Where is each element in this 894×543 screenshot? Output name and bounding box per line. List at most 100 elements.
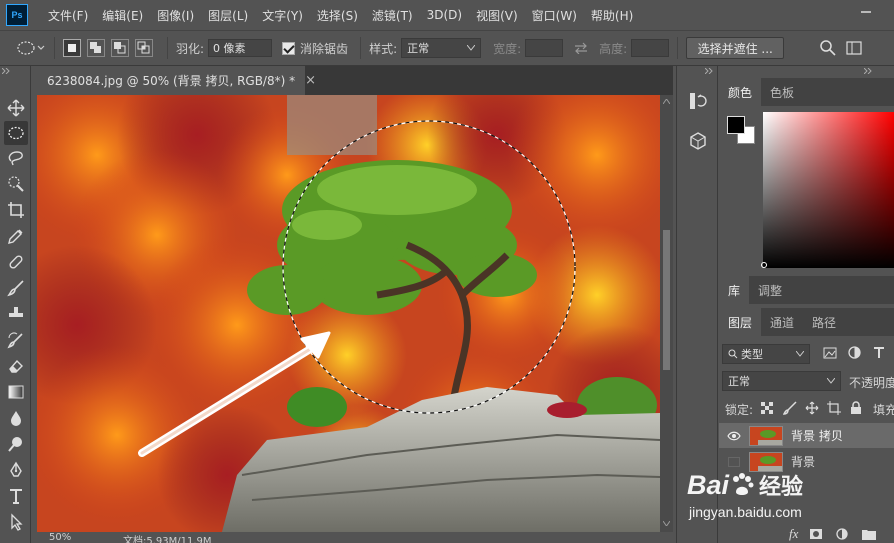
width-input[interactable] (525, 39, 564, 57)
style-dropdown[interactable]: 正常 (401, 38, 482, 58)
menu-help[interactable]: 帮助(H) (591, 7, 633, 24)
eyedropper-icon (8, 229, 23, 244)
dodge-tool[interactable] (4, 432, 28, 456)
close-tab-icon[interactable]: × (305, 73, 316, 88)
eyedropper-tool[interactable] (4, 224, 28, 248)
foreground-color-swatch[interactable] (727, 116, 745, 134)
scroll-up-icon[interactable] (663, 99, 670, 104)
crop-icon (8, 202, 24, 218)
baidu-watermark: Bai 经验 (687, 466, 867, 504)
menu-type[interactable]: 文字(Y) (262, 7, 303, 24)
subtract-selection-icon (114, 42, 126, 54)
add-selection-button[interactable] (87, 39, 105, 57)
color-picker-field[interactable] (763, 112, 894, 268)
menu-select[interactable]: 选择(S) (317, 7, 358, 24)
elliptical-marquee-icon (8, 126, 24, 140)
photoshop-logo: Ps (6, 4, 28, 26)
tab-color[interactable]: 颜色 (719, 78, 762, 106)
subtract-selection-button[interactable] (111, 39, 129, 57)
gradient-tool[interactable] (4, 380, 28, 404)
antialias-checkbox[interactable] (282, 41, 296, 55)
document-tab[interactable]: 6238084.jpg @ 50% (背景 拷贝, RGB/8*) * × (33, 66, 316, 95)
workspace-icon[interactable] (846, 40, 862, 56)
menu-filter[interactable]: 滤镜(T) (372, 7, 413, 24)
history-brush-tool[interactable] (4, 328, 28, 352)
quick-selection-icon (8, 176, 24, 192)
lasso-tool[interactable] (4, 146, 28, 170)
scrollbar-thumb[interactable] (663, 230, 670, 370)
blend-mode-dropdown[interactable]: 正常 (722, 371, 841, 391)
collapse-arrows-icon[interactable] (705, 68, 715, 74)
search-icon[interactable] (820, 40, 836, 56)
layer-style-icon[interactable]: fx (789, 526, 798, 542)
blur-tool[interactable] (4, 406, 28, 430)
pen-tool[interactable] (4, 458, 28, 482)
tab-libraries[interactable]: 库 (719, 276, 750, 304)
menu-3d[interactable]: 3D(D) (427, 8, 462, 22)
tab-channels[interactable]: 通道 (761, 308, 803, 336)
vertical-scrollbar[interactable] (660, 95, 673, 532)
status-bar: 50% 文档:5.93M/11.9M (33, 532, 673, 543)
history-panel-icon[interactable] (689, 92, 707, 110)
layers-footer: fx (719, 525, 894, 543)
brush-tool[interactable] (4, 276, 28, 300)
healing-brush-tool[interactable] (4, 250, 28, 274)
menu-edit[interactable]: 编辑(E) (102, 7, 143, 24)
image-filter-icon[interactable] (823, 347, 837, 359)
new-selection-button[interactable] (63, 39, 81, 57)
library-panel-tabs: 库 调整 (719, 276, 894, 304)
zoom-level[interactable]: 50% (49, 532, 71, 543)
layer-row[interactable]: 背景 拷贝 (719, 423, 894, 448)
path-selection-tool[interactable] (4, 510, 28, 534)
tab-adjustments[interactable]: 调整 (749, 276, 791, 304)
type-filter-icon[interactable] (873, 346, 885, 359)
lasso-icon (8, 151, 23, 166)
adjustment-layer-icon[interactable] (836, 528, 849, 540)
elliptical-marquee-tool[interactable] (4, 121, 28, 145)
layer-name[interactable]: 背景 拷贝 (791, 427, 843, 444)
swap-icon[interactable] (573, 42, 589, 54)
select-and-mask-button[interactable]: 选择并遮住 ... (686, 37, 785, 59)
chevron-down-icon (796, 351, 804, 357)
lock-artboard-icon[interactable] (827, 401, 841, 415)
watermark-brand-cn: 经验 (759, 475, 804, 500)
visibility-toggle[interactable] (728, 456, 740, 467)
lock-transparent-pixels-icon[interactable] (761, 402, 773, 414)
clone-stamp-tool[interactable] (4, 302, 28, 326)
collapse-arrows-icon[interactable] (864, 68, 874, 74)
menubar: Ps 文件(F) 编辑(E) 图像(I) 图层(L) 文字(Y) 选择(S) 滤… (0, 0, 894, 30)
folder-icon[interactable] (862, 528, 877, 540)
intersect-selection-button[interactable] (135, 39, 153, 57)
elliptical-marquee-preset-icon[interactable] (16, 39, 46, 57)
crop-tool[interactable] (4, 198, 28, 222)
quick-selection-tool[interactable] (4, 172, 28, 196)
eye-icon[interactable] (727, 431, 741, 441)
menu-view[interactable]: 视图(V) (476, 7, 518, 24)
menu-file[interactable]: 文件(F) (48, 7, 88, 24)
chevron-down-icon (467, 45, 476, 51)
tab-swatches[interactable]: 色板 (761, 78, 803, 106)
height-input[interactable] (631, 39, 670, 57)
menu-window[interactable]: 窗口(W) (532, 7, 577, 24)
tab-paths[interactable]: 路径 (803, 308, 845, 336)
layer-filter-dropdown[interactable]: 类型 (722, 344, 810, 364)
color-picker-cursor[interactable] (761, 262, 767, 268)
lock-position-icon[interactable] (805, 401, 819, 415)
lock-all-icon[interactable] (850, 401, 862, 415)
document-canvas[interactable] (37, 95, 660, 532)
menu-layer[interactable]: 图层(L) (208, 7, 248, 24)
minimize-icon[interactable] (860, 6, 872, 18)
collapse-arrows-icon[interactable] (2, 68, 12, 74)
eraser-tool[interactable] (4, 354, 28, 378)
menu-image[interactable]: 图像(I) (157, 7, 194, 24)
tab-layers[interactable]: 图层 (719, 308, 762, 336)
feather-input[interactable]: 0 像素 (208, 39, 273, 57)
3d-panel-icon[interactable] (689, 132, 707, 150)
type-tool[interactable] (4, 484, 28, 508)
adjustment-filter-icon[interactable] (848, 346, 861, 359)
autumn-thumbnail-image (750, 426, 782, 445)
move-tool[interactable] (4, 96, 28, 120)
lock-image-pixels-icon[interactable] (783, 401, 797, 415)
layer-mask-icon[interactable] (810, 529, 823, 539)
scroll-down-icon[interactable] (663, 521, 670, 526)
